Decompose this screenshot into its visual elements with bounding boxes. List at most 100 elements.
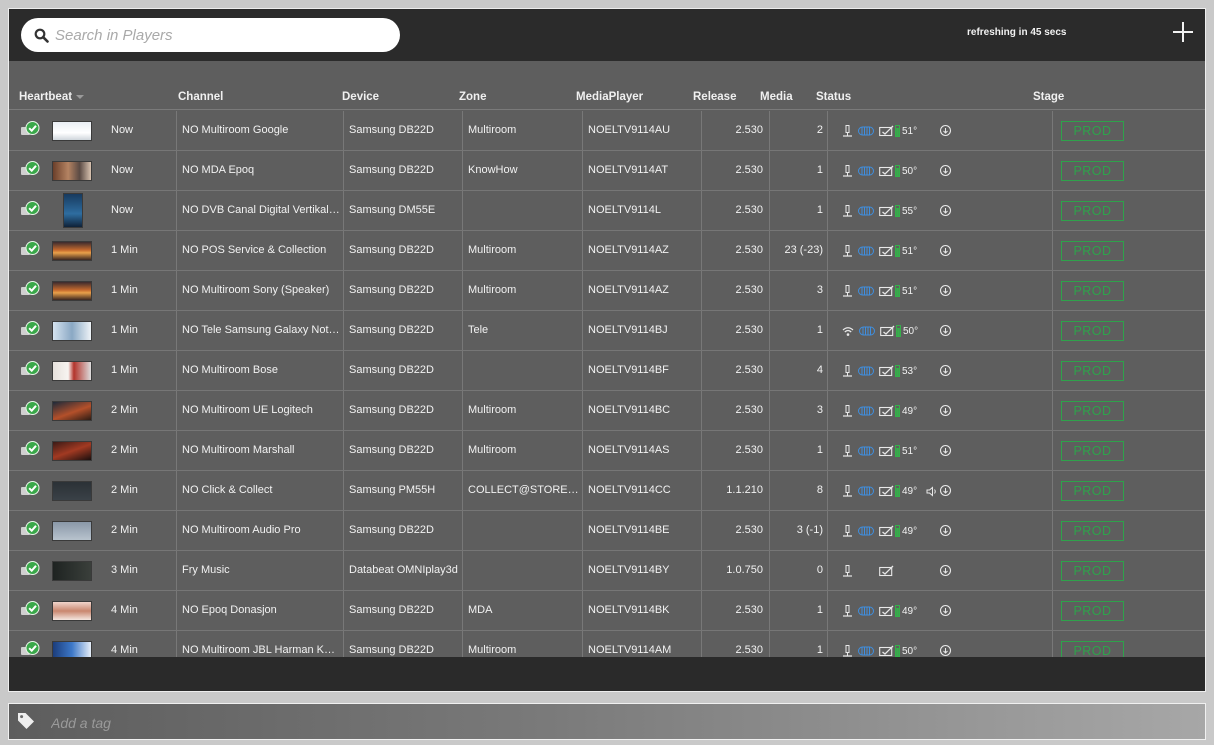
- add-icon[interactable]: [1172, 21, 1194, 43]
- player-menu-icon[interactable]: [939, 324, 952, 337]
- column-divider: [769, 111, 770, 150]
- media-cell: 1: [816, 204, 823, 216]
- column-divider: [827, 311, 828, 350]
- screen-check-icon: [879, 245, 894, 257]
- table-row[interactable]: 2 Min NO Click & Collect Samsung PM55H C…: [9, 471, 1205, 511]
- screenshot-thumbnail[interactable]: [63, 193, 83, 228]
- player-menu-icon[interactable]: [939, 484, 952, 497]
- column-divider: [176, 231, 177, 270]
- battery-icon: [895, 645, 900, 657]
- column-channel[interactable]: Channel: [178, 91, 223, 103]
- screen-check-icon: [879, 485, 894, 497]
- column-divider: [582, 151, 583, 190]
- mediaplayer-cell: NOELTV9114L: [588, 204, 661, 216]
- media-cell: 1: [816, 444, 823, 456]
- table-row[interactable]: 2 Min NO Multiroom Audio Pro Samsung DB2…: [9, 511, 1205, 551]
- screenshot-thumbnail[interactable]: [52, 481, 92, 501]
- stage-badge[interactable]: PROD: [1061, 601, 1124, 621]
- stage-badge[interactable]: PROD: [1061, 201, 1124, 221]
- screenshot-thumbnail[interactable]: [52, 561, 92, 581]
- column-divider: [462, 111, 463, 150]
- screenshot-thumbnail[interactable]: [52, 321, 92, 341]
- screenshot-thumbnail[interactable]: [52, 361, 92, 381]
- stage-badge[interactable]: PROD: [1061, 441, 1124, 461]
- table-row[interactable]: 4 Min NO Epoq Donasjon Samsung DB22D MDA…: [9, 591, 1205, 631]
- tag-bar[interactable]: [8, 703, 1206, 740]
- stage-badge[interactable]: PROD: [1061, 281, 1124, 301]
- column-divider: [582, 271, 583, 310]
- screenshot-thumbnail[interactable]: [52, 121, 92, 141]
- table-row[interactable]: 3 Min Fry Music Databeat OMNIplay3d NOEL…: [9, 551, 1205, 591]
- table-row[interactable]: 2 Min NO Multiroom Marshall Samsung DB22…: [9, 431, 1205, 471]
- player-menu-icon[interactable]: [939, 604, 952, 617]
- player-menu-icon[interactable]: [939, 284, 952, 297]
- column-stage[interactable]: Stage: [1033, 91, 1064, 103]
- column-status[interactable]: Status: [816, 91, 851, 103]
- player-menu-icon[interactable]: [939, 164, 952, 177]
- player-menu-icon[interactable]: [939, 564, 952, 577]
- table-row[interactable]: 2 Min NO Multiroom UE Logitech Samsung D…: [9, 391, 1205, 431]
- screenshot-thumbnail[interactable]: [52, 641, 92, 657]
- stage-badge[interactable]: PROD: [1061, 241, 1124, 261]
- column-divider: [701, 551, 702, 590]
- stage-badge[interactable]: PROD: [1061, 641, 1124, 657]
- screenshot-thumbnail[interactable]: [52, 281, 92, 301]
- column-divider: [769, 511, 770, 550]
- stage-badge[interactable]: PROD: [1061, 361, 1124, 381]
- table-row[interactable]: 1 Min NO Multiroom Bose Samsung DB22D NO…: [9, 351, 1205, 391]
- column-divider: [701, 511, 702, 550]
- screen-check-icon: [879, 645, 894, 657]
- stage-badge[interactable]: PROD: [1061, 401, 1124, 421]
- screen-check-icon: [879, 205, 894, 217]
- tag-input[interactable]: [51, 712, 551, 734]
- media-cell: 23 (-23): [784, 244, 823, 256]
- stage-badge[interactable]: PROD: [1061, 561, 1124, 581]
- search-input[interactable]: [55, 24, 385, 46]
- connection-links-icon: [859, 326, 875, 336]
- player-menu-icon[interactable]: [939, 364, 952, 377]
- screenshot-thumbnail[interactable]: [52, 241, 92, 261]
- table-row[interactable]: 1 Min NO POS Service & Collection Samsun…: [9, 231, 1205, 271]
- stage-badge[interactable]: PROD: [1061, 321, 1124, 341]
- table-row[interactable]: Now NO MDA Epoq Samsung DB22D KnowHow NO…: [9, 151, 1205, 191]
- stage-badge[interactable]: PROD: [1061, 161, 1124, 181]
- column-heartbeat[interactable]: Heartbeat: [19, 91, 85, 103]
- column-media[interactable]: Media: [760, 91, 793, 103]
- table-row[interactable]: Now NO DVB Canal Digital Vertikal ... Sa…: [9, 191, 1205, 231]
- wifi-icon: [842, 326, 854, 337]
- heartbeat-cell: Now: [111, 204, 134, 216]
- column-release[interactable]: Release: [693, 91, 736, 103]
- screenshot-thumbnail[interactable]: [52, 161, 92, 181]
- media-cell: 1: [816, 164, 823, 176]
- column-divider: [343, 311, 344, 350]
- status-ok-icon: [21, 361, 40, 375]
- status-icons: [842, 563, 918, 579]
- column-divider: [343, 511, 344, 550]
- column-divider: [1052, 191, 1053, 230]
- player-menu-icon[interactable]: [939, 124, 952, 137]
- table-row[interactable]: 1 Min NO Multiroom Sony (Speaker) Samsun…: [9, 271, 1205, 311]
- table-row[interactable]: 1 Min NO Tele Samsung Galaxy Note ... Sa…: [9, 311, 1205, 351]
- table-row[interactable]: 4 Min NO Multiroom JBL Harman Kar... Sam…: [9, 631, 1205, 657]
- player-menu-icon[interactable]: [939, 644, 952, 657]
- column-device[interactable]: Device: [342, 91, 379, 103]
- search-box[interactable]: [21, 18, 400, 52]
- column-divider: [1052, 551, 1053, 590]
- column-zone[interactable]: Zone: [459, 91, 486, 103]
- player-menu-icon[interactable]: [939, 404, 952, 417]
- player-menu-icon[interactable]: [939, 204, 952, 217]
- column-divider: [582, 311, 583, 350]
- table-row[interactable]: Now NO Multiroom Google Samsung DB22D Mu…: [9, 111, 1205, 151]
- screenshot-thumbnail[interactable]: [52, 601, 92, 621]
- stage-badge[interactable]: PROD: [1061, 121, 1124, 141]
- stage-badge[interactable]: PROD: [1061, 521, 1124, 541]
- screenshot-thumbnail[interactable]: [52, 401, 92, 421]
- column-divider: [176, 111, 177, 150]
- player-menu-icon[interactable]: [939, 244, 952, 257]
- screenshot-thumbnail[interactable]: [52, 441, 92, 461]
- screenshot-thumbnail[interactable]: [52, 521, 92, 541]
- column-mediaplayer[interactable]: MediaPlayer: [576, 91, 643, 103]
- stage-badge[interactable]: PROD: [1061, 481, 1124, 501]
- player-menu-icon[interactable]: [939, 524, 952, 537]
- player-menu-icon[interactable]: [939, 444, 952, 457]
